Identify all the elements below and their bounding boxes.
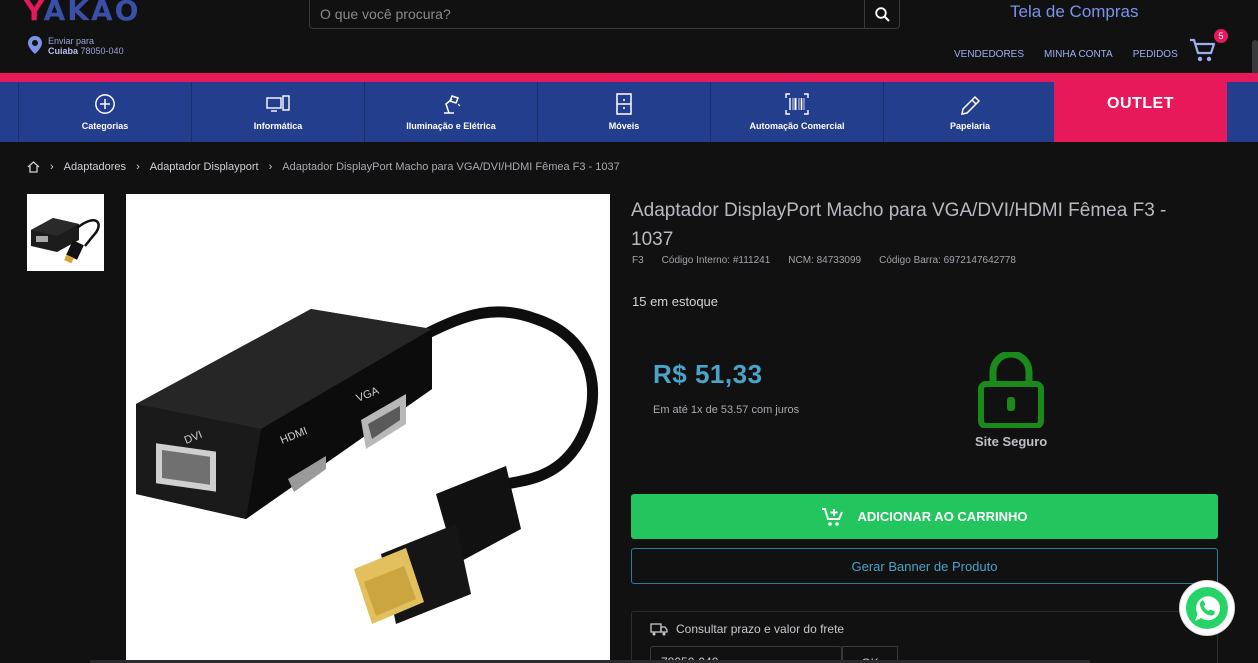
chevron-right-icon: › — [136, 161, 140, 173]
add-to-cart-button[interactable]: ADICIONAR AO CARRINHO — [631, 494, 1218, 539]
breadcrumb-displayport[interactable]: Adaptador Displayport — [150, 161, 259, 173]
location-pin-icon — [28, 36, 42, 54]
brand-label: F3 — [632, 255, 644, 266]
account-links: VENDEDORES MINHA CONTA PEDIDOS — [954, 49, 1178, 60]
product-price: R$ 51,33 — [653, 359, 763, 389]
cart-icon[interactable] — [1188, 36, 1218, 64]
nav-label: Categorias — [81, 121, 129, 131]
codigo-interno: Código Interno: #111241 — [661, 255, 771, 266]
shipping-calculator: Consultar prazo e valor do frete 78050-0… — [631, 611, 1218, 663]
product-main-image[interactable]: DVI HDMI VGA — [126, 194, 610, 663]
generate-banner-label: Gerar Banner de Produto — [851, 558, 998, 574]
cart-plus-icon — [821, 507, 843, 526]
nav-label: Automação Comercial — [749, 121, 845, 131]
stock-status: 15 em estoque — [632, 294, 719, 309]
product-codes: F3 Código Interno: #111241 NCM: 84733099… — [632, 255, 1016, 266]
pedidos-link[interactable]: PEDIDOS — [1133, 49, 1178, 60]
nav-item-informatica[interactable]: Informática — [191, 82, 364, 142]
top-header: YAKAO Enviar para Cuiaba 78050-040 Tela … — [0, 0, 1258, 74]
nav-item-iluminacao[interactable]: Iluminação e Elétrica — [364, 82, 537, 142]
nav-label: Informática — [253, 121, 303, 131]
ncm-code: NCM: 84733099 — [788, 255, 862, 266]
add-to-cart-label: ADICIONAR AO CARRINHO — [857, 509, 1028, 524]
desk-lamp-icon — [444, 95, 461, 114]
nav-item-moveis[interactable]: Móveis — [537, 82, 710, 142]
secure-site-label: Site Seguro — [975, 434, 1048, 449]
nav-item-automacao[interactable]: Automação Comercial — [710, 82, 883, 142]
adapter-thumbnail-image — [31, 218, 100, 264]
breadcrumb: › Adaptadores › Adaptador Displayport › … — [27, 161, 620, 173]
ship-to[interactable]: Enviar para Cuiaba 78050-040 — [28, 36, 124, 56]
ship-text: Enviar para Cuiaba 78050-040 — [48, 36, 124, 56]
product-title: Adaptador DisplayPort Macho para VGA/DVI… — [631, 200, 1167, 250]
chevron-right-icon: › — [268, 161, 273, 173]
nav-item-categorias[interactable]: Categorias — [18, 82, 191, 142]
search-input[interactable] — [310, 0, 864, 28]
codigo-barra: Código Barra: 6972147642778 — [879, 255, 1016, 266]
installments-text: Em até 1x de 53.57 com juros — [653, 404, 800, 416]
outlet-button[interactable]: OUTLET — [1054, 82, 1227, 142]
breadcrumb-adaptadores[interactable]: Adaptadores — [64, 161, 126, 173]
whatsapp-icon — [1186, 587, 1228, 629]
generate-banner-button[interactable]: Gerar Banner de Produto — [631, 548, 1218, 584]
truck-icon — [650, 622, 668, 635]
nav-accent-line — [0, 73, 1258, 82]
computer-icon — [266, 95, 290, 112]
minha-conta-link[interactable]: MINHA CONTA — [1044, 49, 1113, 60]
shipping-title: Consultar prazo e valor do frete — [650, 622, 844, 636]
tela-de-compras-link[interactable]: Tela de Compras — [1010, 2, 1139, 22]
breadcrumb-current: Adaptador DisplayPort Macho para VGA/DVI… — [282, 161, 620, 173]
product-thumbnail[interactable] — [27, 194, 104, 271]
barcode-icon — [785, 93, 809, 115]
whatsapp-button[interactable] — [1180, 581, 1234, 635]
nav-label: Móveis — [608, 121, 640, 131]
logo[interactable]: YAKAO — [24, 0, 140, 27]
vendedores-link[interactable]: VENDEDORES — [954, 49, 1024, 60]
search-icon — [874, 6, 890, 22]
search-button[interactable] — [864, 0, 899, 28]
cabinet-icon — [616, 93, 632, 115]
nav-label: Iluminação e Elétrica — [406, 121, 496, 131]
plus-circle-icon — [95, 94, 115, 114]
nav-label: Papelaria — [949, 121, 991, 131]
pencil-icon — [961, 95, 981, 115]
search-bar — [309, 0, 900, 29]
lock-icon — [978, 352, 1044, 428]
chevron-right-icon: › — [50, 161, 54, 173]
cart-count-badge: 5 — [1214, 29, 1228, 43]
home-icon[interactable] — [27, 161, 40, 173]
nav-item-papelaria[interactable]: Papelaria — [883, 82, 1056, 142]
